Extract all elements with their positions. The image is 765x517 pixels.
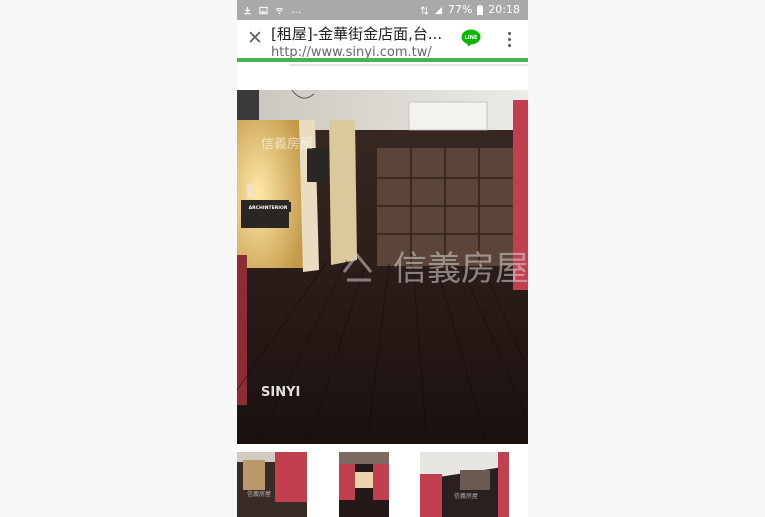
signal-icon	[434, 6, 442, 14]
close-icon[interactable]: ✕	[247, 28, 263, 48]
custom-tab-toolbar: ✕ [租屋]-金華街金店面,台... http://www.sinyi.com.…	[237, 20, 528, 58]
more-options-icon[interactable]	[503, 28, 515, 50]
page-load-progress	[237, 58, 528, 62]
page-title: [租屋]-金華街金店面,台...	[271, 25, 443, 43]
thumbnail-1[interactable]: 信義房屋	[237, 452, 307, 517]
brand-watermark: SINYI	[261, 385, 300, 400]
thumb-watermark: 信義房屋	[454, 492, 478, 500]
line-label: LINE	[464, 35, 478, 41]
thumbnail-strip: 信義房屋 信義房屋	[237, 452, 528, 517]
data-transfer-icon	[420, 5, 429, 15]
status-time: 20:18	[488, 3, 520, 16]
status-more: ...	[291, 3, 302, 16]
status-right: 77% 20:18	[420, 0, 520, 20]
page-url: http://www.sinyi.com.tw/	[271, 46, 432, 58]
shop-sign-text: ARCHINTERIOR	[249, 205, 288, 211]
status-left: ...	[243, 0, 302, 20]
wifi-icon	[275, 7, 284, 14]
watermark-main: 信義房屋	[393, 249, 528, 289]
battery-percent: 77%	[447, 3, 473, 16]
image-icon	[259, 6, 268, 14]
download-icon	[244, 6, 251, 14]
battery-icon	[477, 5, 484, 15]
progress-track	[289, 64, 528, 66]
line-share-button[interactable]: LINE	[461, 29, 481, 47]
status-bar: ... 77% 20:18	[237, 0, 528, 20]
thumb-watermark: 信義房屋	[247, 490, 271, 498]
thumbnail-2[interactable]	[339, 452, 389, 517]
watermark-small: 信義房屋	[261, 136, 313, 152]
phone-screen: ... 77% 20:18 ✕ [租屋]-金華街金店面,台... http://…	[237, 0, 528, 517]
thumbnail-3[interactable]: 信義房屋	[420, 452, 509, 517]
listing-photo[interactable]: ARCHINTERIOR 信義房屋 信義房屋 SINYI	[237, 90, 528, 444]
